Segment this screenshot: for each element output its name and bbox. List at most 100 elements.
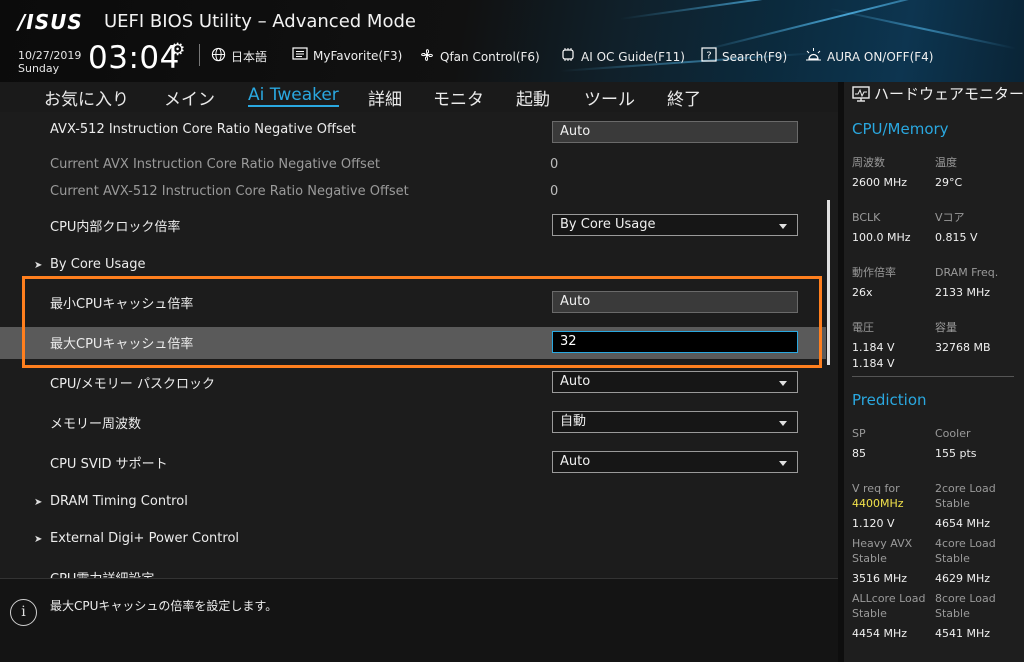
tab-main[interactable]: メイン: [164, 85, 215, 110]
sp-label: SP: [852, 427, 866, 440]
ai-oc-guide-button[interactable]: AI OC Guide(F11): [560, 47, 685, 66]
allcore-label: ALLcore Load Stable: [852, 591, 926, 621]
myfavorite-button[interactable]: MyFavorite(F3): [292, 47, 402, 65]
header-bar: /ISUS UEFI BIOS Utility – Advanced Mode …: [0, 0, 1024, 82]
tab-tool[interactable]: ツール: [584, 85, 635, 110]
panel-divider: [852, 376, 1014, 377]
monitor-icon: [852, 86, 870, 106]
4core-label-line2: Stable: [935, 552, 970, 565]
language-button[interactable]: 日本語: [211, 47, 267, 66]
info-icon: i: [10, 599, 37, 626]
setting-label: AVX-512 Instruction Core Ratio Negative …: [50, 122, 356, 137]
tab-favorites[interactable]: お気に入り: [44, 85, 129, 110]
cpu-svid-select[interactable]: Auto: [552, 451, 798, 473]
allcore-value: 4454 MHz: [852, 627, 908, 640]
day-text: Sunday: [18, 62, 60, 75]
cooler-value: 155 pts: [935, 447, 977, 460]
svg-text:?: ?: [706, 51, 711, 62]
8core-label: 8core Load Stable: [935, 591, 996, 621]
submenu-digi-power[interactable]: External Digi+ Power Control: [50, 531, 239, 546]
cache-ratio-focus-box: [22, 276, 822, 368]
select-value: Auto: [560, 374, 591, 389]
header-light-streak: [699, 0, 992, 52]
4core-label-line1: 4core Load: [935, 537, 996, 550]
chip-icon: [560, 47, 576, 66]
2core-label-line1: 2core Load: [935, 482, 996, 495]
voltage-value-2: 1.184 V: [852, 357, 895, 370]
setting-label: Current AVX-512 Instruction Core Ratio N…: [50, 184, 409, 199]
tab-ai-tweaker[interactable]: Ai Tweaker: [248, 85, 339, 107]
ratio-value: 26x: [852, 286, 873, 299]
fan-icon: [419, 47, 435, 67]
gear-icon[interactable]: ⚙: [170, 40, 185, 60]
avx512-offset-field[interactable]: Auto: [552, 121, 798, 143]
setting-label: CPU/メモリー パスクロック: [50, 377, 215, 392]
help-text: 最大CPUキャッシュの倍率を設定します。: [50, 599, 278, 613]
prediction-section-title: Prediction: [852, 391, 927, 409]
submenu-cpu-power[interactable]: CPU電力詳細設定: [50, 568, 154, 578]
heavy-avx-label-line1: Heavy AVX: [852, 537, 913, 550]
header-separator: [199, 44, 200, 66]
select-value: By Core Usage: [560, 217, 656, 232]
readonly-value: 0: [550, 184, 559, 199]
sp-value: 85: [852, 447, 866, 460]
search-label: Search(F9): [722, 49, 788, 64]
2core-label-line2: Stable: [935, 497, 970, 510]
date-text: 10/27/2019: [18, 49, 82, 62]
favorite-list-icon: [292, 47, 308, 65]
cpu-memory-section-title: CPU/Memory: [852, 120, 949, 138]
chevron-down-icon: [779, 224, 787, 229]
heavy-avx-label: Heavy AVX Stable: [852, 536, 912, 566]
2core-value: 4654 MHz: [935, 517, 991, 530]
8core-label-line2: Stable: [935, 607, 970, 620]
vcore-value: 0.815 V: [935, 231, 978, 244]
header-light-streak: [829, 8, 1017, 50]
tab-exit[interactable]: 終了: [667, 85, 701, 110]
qfan-label: Qfan Control(F6): [440, 50, 540, 64]
tab-advanced[interactable]: 詳細: [368, 85, 402, 110]
cpu-ratio-select[interactable]: By Core Usage: [552, 214, 798, 236]
2core-label: 2core Load Stable: [935, 481, 996, 511]
tab-boot[interactable]: 起動: [516, 85, 550, 110]
app-title: UEFI BIOS Utility – Advanced Mode: [104, 11, 416, 32]
aura-light-icon: [805, 47, 822, 66]
select-value: 自動: [560, 414, 587, 429]
scrollbar[interactable]: [827, 200, 830, 365]
allcore-label-line1: ALLcore Load: [852, 592, 926, 605]
8core-value: 4541 MHz: [935, 627, 991, 640]
vreq-label-text: V req for: [852, 482, 900, 495]
memory-frequency-select[interactable]: 自動: [552, 411, 798, 433]
voltage-label: 電圧: [852, 321, 874, 334]
hw-monitor-title-text: ハードウェアモニター: [874, 85, 1024, 103]
temp-label: 温度: [935, 156, 957, 169]
voltage-value-1: 1.184 V: [852, 341, 895, 354]
dram-label: DRAM Freq.: [935, 266, 999, 279]
allcore-label-line2: Stable: [852, 607, 887, 620]
submenu-by-core-usage[interactable]: By Core Usage: [50, 257, 145, 272]
bclk-value: 100.0 MHz: [852, 231, 911, 244]
clock: 03:04: [88, 40, 180, 76]
heavy-avx-value: 3516 MHz: [852, 572, 908, 585]
capacity-label: 容量: [935, 321, 957, 334]
bclk-label: BCLK: [852, 211, 881, 224]
qfan-button[interactable]: Qfan Control(F6): [419, 47, 540, 67]
vcore-label: Vコア: [935, 211, 965, 224]
cooler-label: Cooler: [935, 427, 971, 440]
aura-button[interactable]: AURA ON/OFF(F4): [805, 47, 933, 66]
date-display: 10/27/2019 Sunday: [18, 49, 81, 75]
submenu-dram-timing[interactable]: DRAM Timing Control: [50, 494, 188, 509]
submenu-arrow-icon: ➤: [34, 534, 43, 545]
temp-value: 29°C: [935, 176, 963, 189]
main-tab-bar: お気に入り メイン Ai Tweaker 詳細 モニタ 起動 ツール 終了: [0, 82, 838, 112]
tab-monitor[interactable]: モニタ: [433, 85, 484, 110]
vreq-value: 1.120 V: [852, 517, 895, 530]
4core-label: 4core Load Stable: [935, 536, 996, 566]
setting-label: CPU内部クロック倍率: [50, 220, 181, 235]
chevron-down-icon: [779, 421, 787, 426]
search-button[interactable]: ? Search(F9): [701, 47, 787, 66]
readonly-value: 0: [550, 157, 559, 172]
asus-logo: /ISUS: [18, 10, 83, 34]
hardware-monitor-panel: ハードウェアモニター CPU/Memory 周波数 温度 2600 MHz 29…: [838, 82, 1024, 662]
cpu-memory-bus-clock-select[interactable]: Auto: [552, 371, 798, 393]
setting-label: メモリー周波数: [50, 417, 142, 432]
